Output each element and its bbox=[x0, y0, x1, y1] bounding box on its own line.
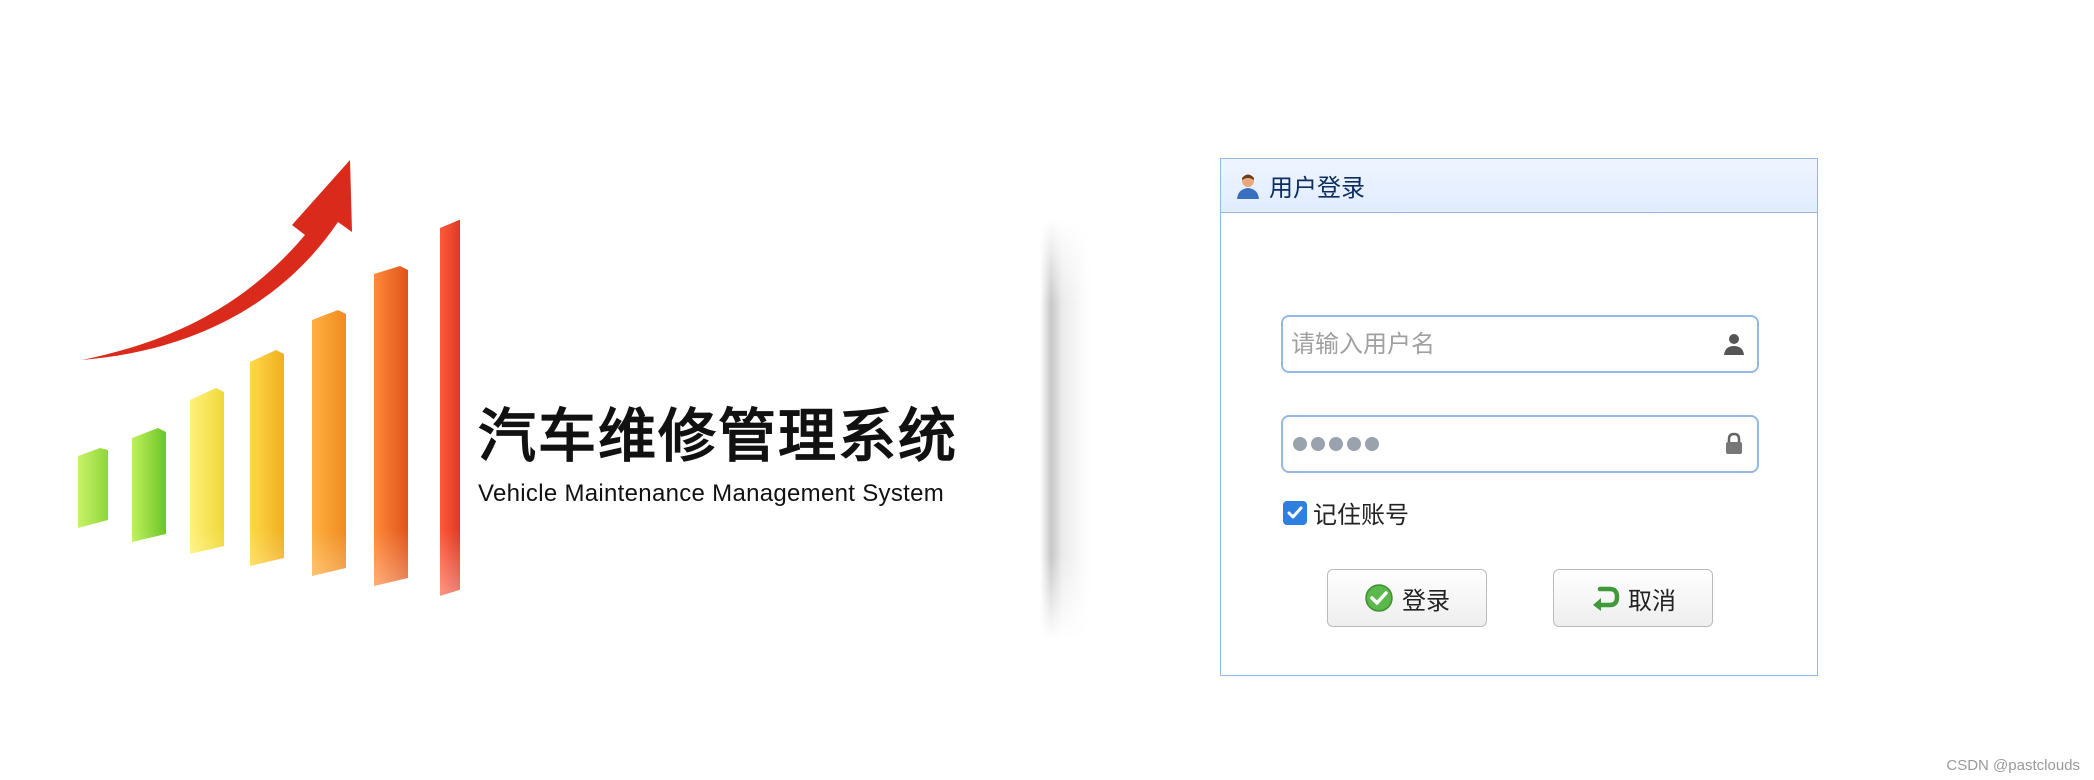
username-field[interactable] bbox=[1281, 315, 1759, 373]
login-panel-header: 用户登录 bbox=[1221, 159, 1817, 213]
login-button-label: 登录 bbox=[1402, 586, 1450, 615]
cancel-button[interactable]: 取消 bbox=[1553, 569, 1713, 627]
vertical-divider bbox=[1040, 220, 1090, 640]
login-panel: 用户登录 记住账号 登录 bbox=[1220, 158, 1818, 676]
check-circle-icon bbox=[1365, 584, 1393, 612]
remember-checkbox[interactable] bbox=[1283, 500, 1307, 525]
brand-title-block: 汽车维修管理系统 Vehicle Maintenance Management … bbox=[478, 400, 958, 508]
cancel-button-label: 取消 bbox=[1628, 586, 1676, 615]
user-icon bbox=[1724, 334, 1744, 355]
app-title: 汽车维修管理系统 bbox=[478, 402, 959, 470]
remember-account[interactable]: 记住账号 bbox=[1283, 495, 1409, 530]
undo-arrow-icon bbox=[1593, 586, 1620, 611]
user-icon bbox=[1237, 174, 1259, 199]
login-panel-title: 用户登录 bbox=[1269, 174, 1365, 202]
lock-icon bbox=[1726, 432, 1742, 454]
remember-label: 记住账号 bbox=[1313, 501, 1409, 529]
growth-bar-chart-icon bbox=[60, 160, 460, 710]
password-field[interactable] bbox=[1281, 415, 1759, 473]
app-subtitle: Vehicle Maintenance Management System bbox=[478, 480, 945, 507]
watermark: CSDN @pastclouds bbox=[1946, 757, 2080, 774]
password-masked-value[interactable] bbox=[1293, 437, 1379, 451]
checkmark-icon bbox=[1287, 506, 1303, 518]
username-input[interactable] bbox=[1291, 330, 1711, 358]
login-button[interactable]: 登录 bbox=[1327, 569, 1487, 627]
